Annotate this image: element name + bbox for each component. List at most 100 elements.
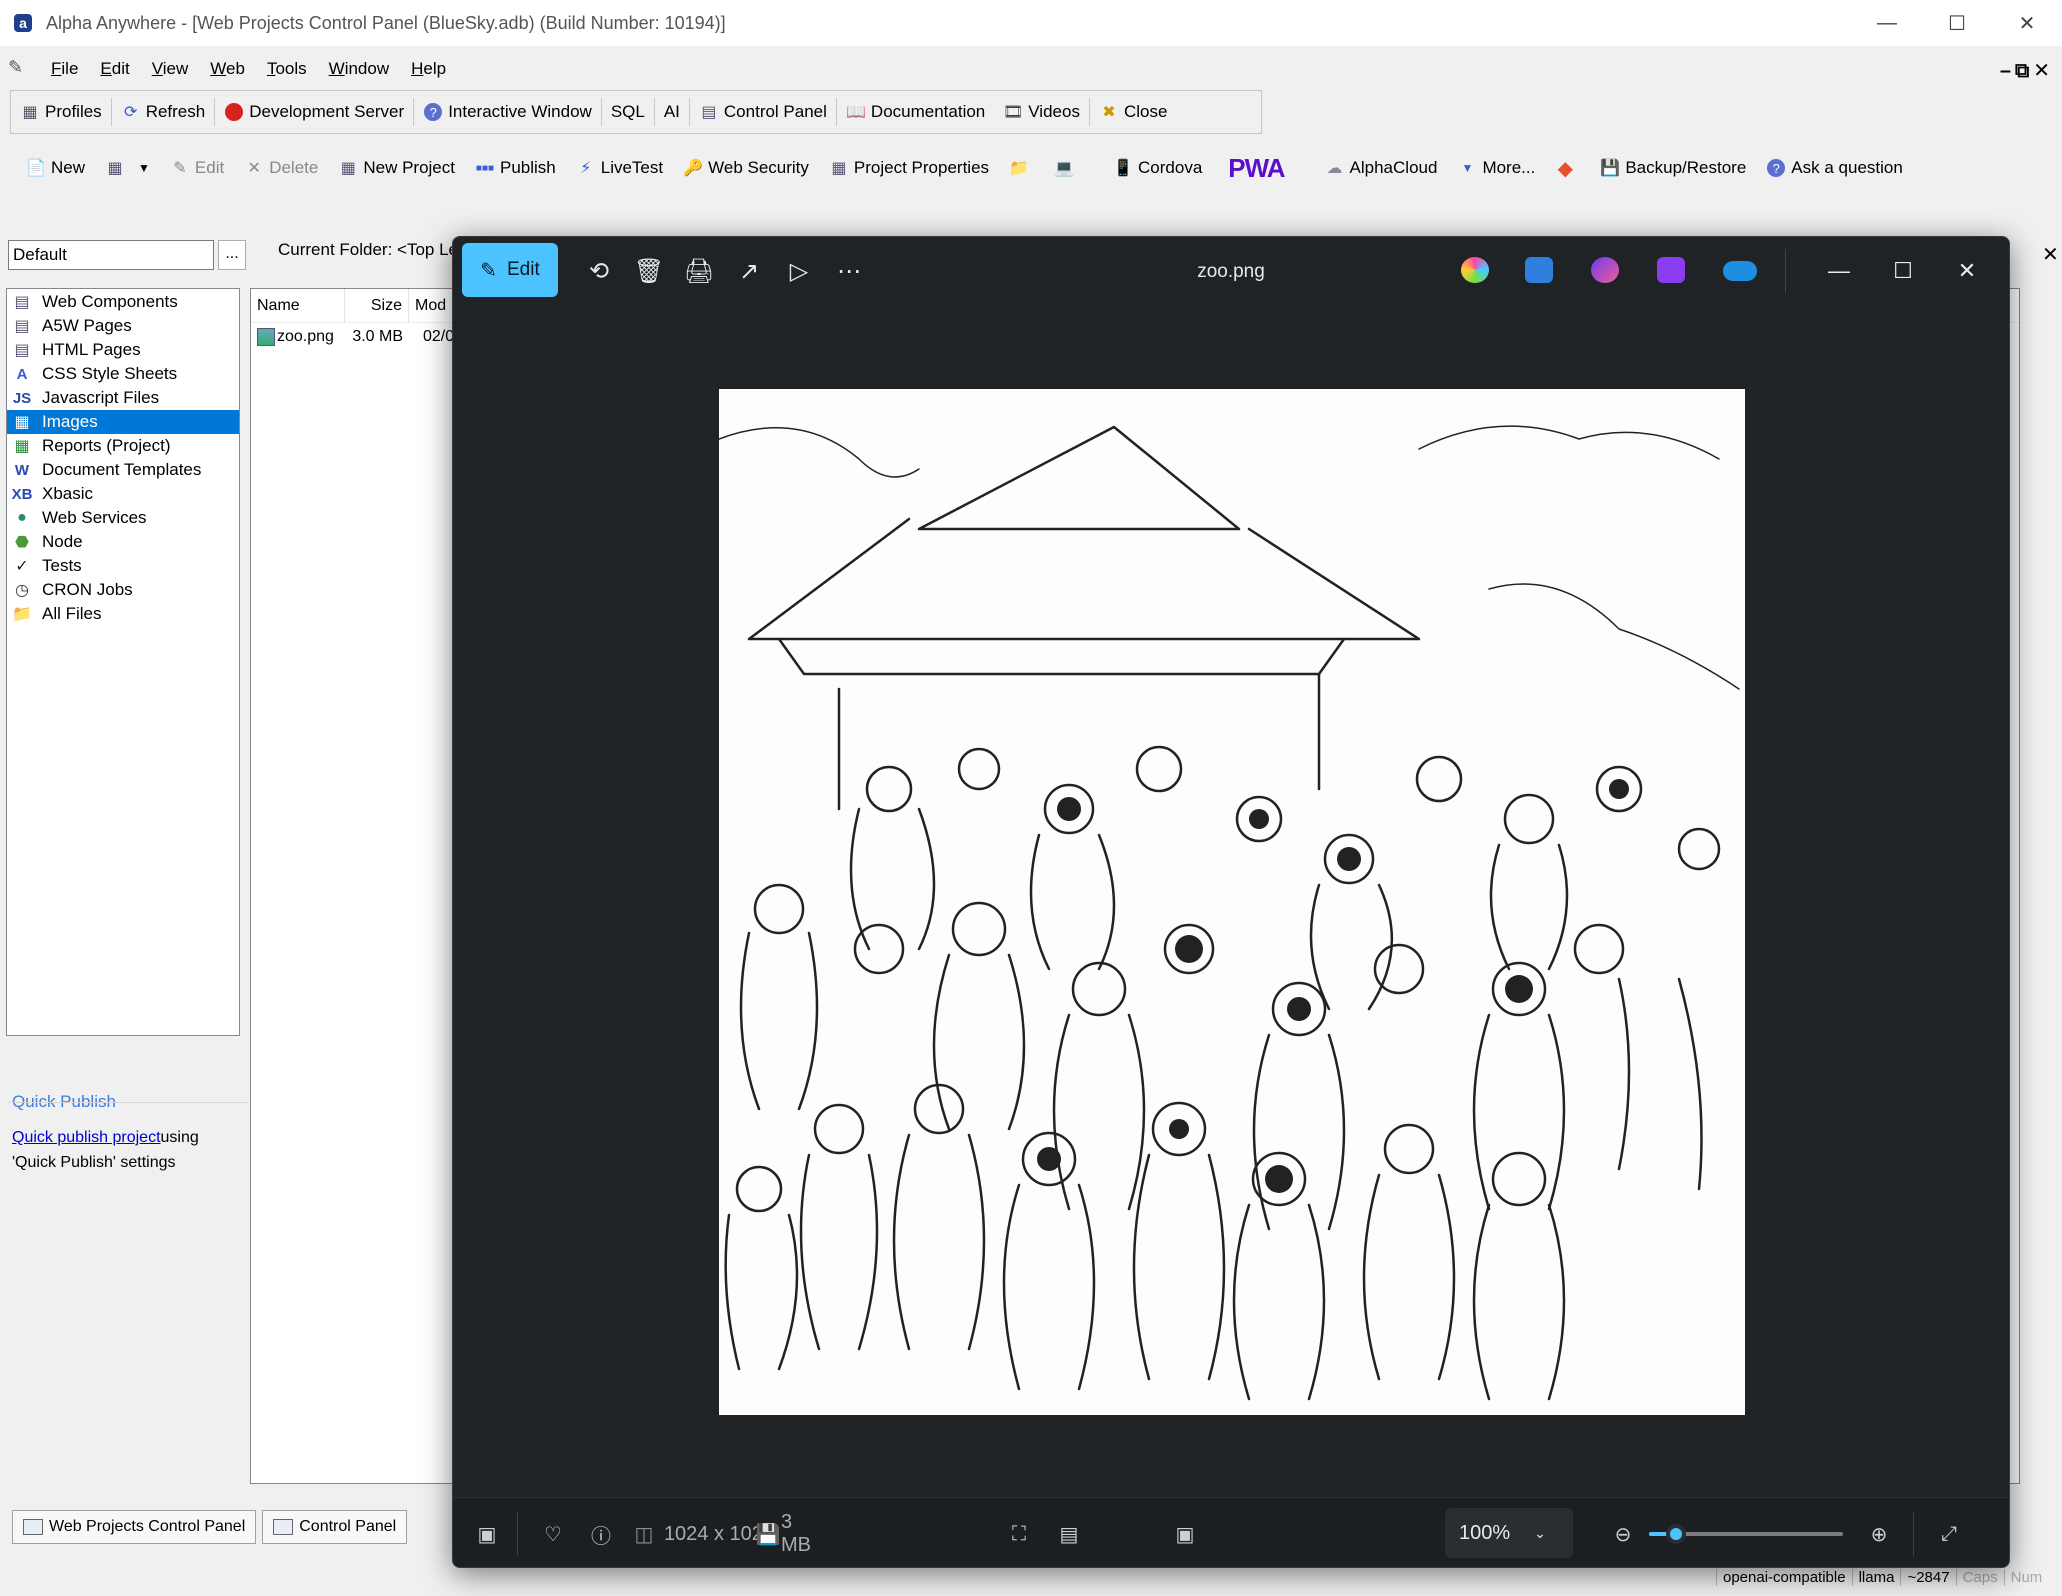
fit-to-window-icon[interactable]: ▣ <box>1165 1516 1205 1552</box>
git-icon: ◆ <box>1557 157 1574 180</box>
close-icon[interactable]: ✕ <box>1992 0 2062 46</box>
tab-control-panel[interactable]: Control Panel <box>262 1510 408 1544</box>
document-menu-icon[interactable]: ✎ <box>8 57 34 81</box>
livetest-button[interactable]: ⚡ LiveTest <box>566 151 673 185</box>
open-folder-button[interactable]: 📁 <box>999 151 1044 185</box>
filmstrip-icon[interactable]: ▣ <box>467 1516 507 1552</box>
designer-icon[interactable] <box>1525 257 1553 283</box>
panel-close-icon[interactable]: ✕ <box>2042 242 2059 267</box>
js-icon: JS <box>12 389 32 407</box>
documentation-button[interactable]: 📖 Documentation <box>837 95 994 129</box>
tree-item-reports-project[interactable]: ▦ Reports (Project) <box>7 434 239 458</box>
onedrive-icon[interactable] <box>1723 261 1757 281</box>
red-circle-icon <box>224 102 244 122</box>
profile-ellipsis-button[interactable]: ... <box>218 240 246 270</box>
info-icon[interactable]: ⓘ <box>581 1516 621 1552</box>
tree-item-a5w-pages[interactable]: ▤ A5W Pages <box>7 314 239 338</box>
fullscreen-icon[interactable]: ⤢ <box>1929 1516 1969 1552</box>
new-project-button[interactable]: ▦ New Project <box>328 151 465 185</box>
tree-item-web-components[interactable]: ▤ Web Components <box>7 290 239 314</box>
edit-button[interactable]: ✎ Edit <box>160 151 234 185</box>
close-button[interactable]: ✖ Close <box>1090 95 1176 129</box>
tree-item-node[interactable]: ⬣ Node <box>7 530 239 554</box>
dimensions-icon: ◫ <box>634 1523 654 1546</box>
tree-item-tests[interactable]: ✓ Tests <box>7 554 239 578</box>
alphacloud-button[interactable]: ☁ AlphaCloud <box>1315 151 1448 185</box>
tree-item-css-style-sheets[interactable]: A CSS Style Sheets <box>7 362 239 386</box>
sql-button[interactable]: SQL <box>602 95 654 129</box>
save-disk-icon: 💾 <box>755 1523 781 1546</box>
ask-question-button[interactable]: ? Ask a question <box>1756 151 1913 185</box>
computer-button[interactable]: 💻 <box>1044 151 1089 185</box>
zoom-dropdown[interactable]: 100% ⌄ <box>1445 1508 1573 1558</box>
pencil-icon: ✎ <box>173 160 187 177</box>
quick-publish-link[interactable]: Quick publish project <box>12 1129 161 1146</box>
new-button[interactable]: 📄 New <box>16 151 95 185</box>
tree-item-javascript-files[interactable]: JS Javascript Files <box>7 386 239 410</box>
videos-button[interactable]: 🎞 Videos <box>994 95 1089 129</box>
view-dropdown-button[interactable]: ▦ ▼ <box>95 151 160 185</box>
viewer-toolbar: ✎ Edit ⟲ 🗑 🖨 ↗ ▷ ⋯ zoo.png — ☐ ✕ <box>453 237 2009 307</box>
maximize-icon[interactable]: ☐ <box>1873 249 1933 293</box>
minimize-icon[interactable]: — <box>1809 249 1869 293</box>
tree-item-images[interactable]: ▦ Images <box>7 410 239 434</box>
development-server-button[interactable]: Development Server <box>215 95 413 129</box>
video-editor-icon[interactable] <box>1657 257 1685 283</box>
project-properties-button[interactable]: ▦ Project Properties <box>819 151 999 185</box>
tree-item-xbasic[interactable]: XB Xbasic <box>7 482 239 506</box>
divider <box>8 1102 248 1103</box>
tree-item-html-pages[interactable]: ▤ HTML Pages <box>7 338 239 362</box>
menu-edit[interactable]: Edit <box>89 59 140 79</box>
interactive-window-button[interactable]: ? Interactive Window <box>414 95 601 129</box>
delete-button[interactable]: ✕ Delete <box>234 151 328 185</box>
maximize-icon[interactable]: ☐ <box>1922 0 1992 46</box>
pwa-button[interactable]: PWA <box>1212 153 1314 184</box>
menu-window[interactable]: Window <box>318 59 400 79</box>
checkmark-icon: ✓ <box>15 558 29 575</box>
viewer-filename: zoo.png <box>1197 261 1265 282</box>
zoom-out-icon[interactable]: ⊖ <box>1603 1516 1643 1552</box>
tree-item-all-files[interactable]: 📁 All Files <box>7 602 239 626</box>
control-panel-button[interactable]: ▤ Control Panel <box>690 95 836 129</box>
cordova-button[interactable]: 📱 Cordova <box>1103 151 1212 185</box>
menu-tools[interactable]: Tools <box>256 59 318 79</box>
minimize-icon[interactable]: — <box>1852 0 1922 46</box>
git-button[interactable]: ◆ <box>1545 151 1590 185</box>
profile-select[interactable]: Default <box>8 240 214 270</box>
publish-button[interactable]: ■■■ Publish <box>465 151 566 185</box>
properties-icon: ▦ <box>831 160 847 177</box>
clipchamp-icon[interactable] <box>1591 257 1619 283</box>
copilot-icon[interactable] <box>1461 257 1489 283</box>
column-size[interactable]: Size <box>345 288 409 323</box>
backup-restore-button[interactable]: 💾 Backup/Restore <box>1590 151 1756 185</box>
text-scan-icon[interactable]: ▤ <box>1049 1516 1089 1552</box>
zoo-image-sketch[interactable] <box>719 389 1745 1415</box>
separator <box>1785 249 1786 293</box>
tree-item-web-services[interactable]: ● Web Services <box>7 506 239 530</box>
ai-button[interactable]: AI <box>655 95 689 129</box>
menu-help[interactable]: Help <box>400 59 457 79</box>
help-circle-icon: ? <box>423 102 443 122</box>
status-caps: Caps <box>1955 1568 2004 1586</box>
menu-file[interactable]: File <box>40 59 89 79</box>
profiles-button[interactable]: ▦ Profiles <box>11 95 111 129</box>
tree-item-cron-jobs[interactable]: ◷ CRON Jobs <box>7 578 239 602</box>
refresh-button[interactable]: ⟳ Refresh <box>112 95 215 129</box>
web-security-button[interactable]: 🔑 Web Security <box>673 151 819 185</box>
column-name[interactable]: Name <box>251 288 345 323</box>
tab-web-projects-control-panel[interactable]: Web Projects Control Panel <box>12 1510 257 1544</box>
clock-icon: ◷ <box>15 582 29 599</box>
heart-icon[interactable]: ♡ <box>533 1516 573 1552</box>
tree-item-document-templates[interactable]: W Document Templates <box>7 458 239 482</box>
menu-web[interactable]: Web <box>199 59 256 79</box>
control-panel-icon: ▤ <box>701 104 717 121</box>
mdi-controls[interactable]: –⧉✕ <box>2000 58 2054 83</box>
zoom-slider[interactable] <box>1649 1524 1843 1544</box>
visual-search-icon[interactable]: ⛶ <box>999 1516 1039 1552</box>
close-icon[interactable]: ✕ <box>1937 249 1997 293</box>
menu-view[interactable]: View <box>141 59 200 79</box>
zoom-slider-thumb[interactable] <box>1666 1524 1687 1544</box>
more-button[interactable]: ▼ More... <box>1447 151 1545 185</box>
keys-icon: 🔑 <box>683 160 704 177</box>
zoom-in-icon[interactable]: ⊕ <box>1859 1516 1899 1552</box>
